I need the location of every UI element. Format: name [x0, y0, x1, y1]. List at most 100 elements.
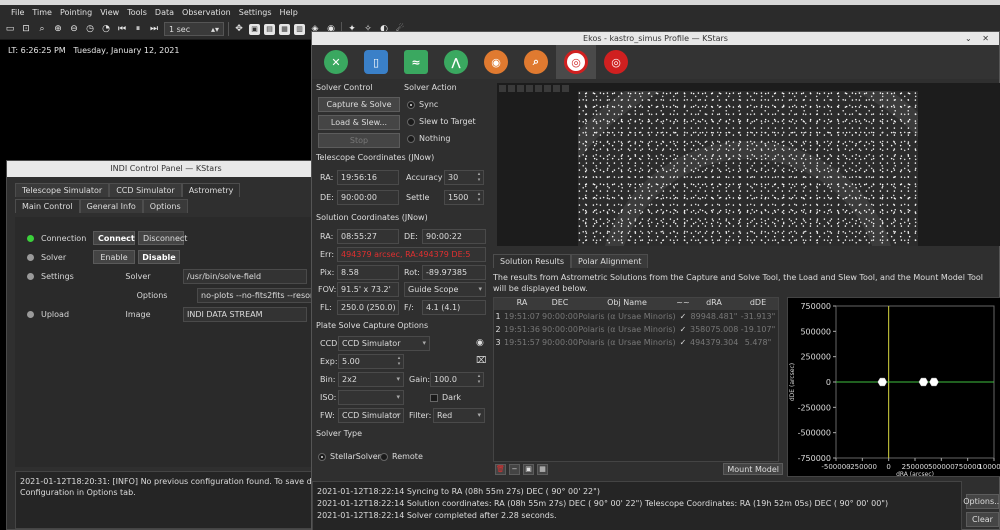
enable-button[interactable]: Enable	[93, 250, 135, 264]
menu-pointing[interactable]: Pointing	[60, 8, 92, 17]
window-controls[interactable]: ⌄ ✕	[965, 32, 993, 45]
tab-general-info[interactable]: General Info	[79, 199, 143, 213]
layers-icon[interactable]: ▥	[294, 23, 305, 35]
accuracy-spinbox[interactable]: 30	[444, 170, 484, 185]
module-align[interactable]: ◎	[556, 45, 596, 79]
tab-main-control[interactable]: Main Control	[15, 199, 80, 213]
menu-file[interactable]: File	[11, 8, 24, 17]
gain-spinbox[interactable]: 100.0	[430, 372, 484, 387]
log-clear-button[interactable]: Clear	[966, 512, 999, 527]
menu-view[interactable]: View	[100, 8, 119, 17]
save-icon[interactable]: ▣	[523, 463, 534, 475]
action-sync-radio[interactable]: Sync	[407, 100, 438, 109]
ekos-log[interactable]: 2021-01-12T18:22:14 Syncing to RA (08h 5…	[312, 481, 962, 530]
solution-scatter-plot[interactable]: 750000 500000 250000 0 -250000 -500000 -750000…	[787, 297, 1000, 478]
indi-log[interactable]: 2021-01-12T18:20:31: [INFO] No previous …	[15, 471, 325, 529]
fits-tool-icon[interactable]	[499, 85, 506, 92]
filter-select[interactable]: Red	[433, 408, 485, 423]
fits-tool-icon[interactable]	[517, 85, 524, 92]
fits-tool-icon[interactable]	[562, 85, 569, 92]
disconnect-button[interactable]: Disconnect	[138, 231, 187, 245]
exposure-spinbox[interactable]: 5.00	[338, 354, 404, 369]
ccd-settings-icon[interactable]: ◉	[476, 338, 484, 348]
pause-icon[interactable]: ⏸	[132, 23, 144, 35]
tab-solution-results[interactable]: Solution Results	[493, 254, 572, 268]
sol-ra-field[interactable]: 08:55:27	[337, 229, 399, 244]
settle-spinbox[interactable]: 1500	[444, 190, 484, 205]
fits-tool-icon[interactable]	[526, 85, 533, 92]
stellarsolver-radio[interactable]: StellarSolver	[318, 452, 381, 461]
fits-tool-icon[interactable]	[544, 85, 551, 92]
tab-astrometry[interactable]: Astrometry	[181, 183, 241, 197]
find-object-icon[interactable]: ⌕	[36, 23, 48, 35]
connect-button[interactable]: Connect	[93, 231, 135, 245]
col-dra-header[interactable]: dRA	[690, 298, 738, 310]
zoom-in-icon[interactable]: ⊕	[52, 23, 64, 35]
tab-ccd-simulator[interactable]: CCD Simulator	[109, 183, 182, 197]
col-status-header[interactable]: ~~	[676, 298, 690, 310]
fw-select[interactable]: CCD Simulator	[338, 408, 404, 423]
dark-checkbox[interactable]: Dark	[430, 393, 461, 402]
rot-field[interactable]: -89.97385	[422, 265, 486, 280]
module-guide[interactable]: ◎	[596, 45, 636, 79]
scope-select[interactable]: Guide Scope	[404, 282, 486, 297]
delete-icon[interactable]: 🗑	[495, 463, 506, 475]
mount-model-button[interactable]: Mount Model	[723, 463, 783, 475]
fits-image[interactable]	[578, 91, 918, 246]
col-ra-header[interactable]: RA	[502, 298, 542, 310]
sol-de-field[interactable]: 90:00:22	[422, 229, 486, 244]
load-slew-button[interactable]: Load & Slew...	[318, 115, 400, 130]
tab-polar-alignment[interactable]: Polar Alignment	[571, 254, 649, 268]
tab-options[interactable]: Options	[142, 199, 188, 213]
module-capture[interactable]: ◉	[476, 45, 516, 79]
tab-telescope-simulator[interactable]: Telescope Simulator	[15, 183, 110, 197]
set-time-icon[interactable]: ◷	[84, 23, 96, 35]
solver-path-field[interactable]: /usr/bin/solve-field	[183, 269, 307, 284]
module-scheduler[interactable]: ▯	[356, 45, 396, 79]
crosshair-icon[interactable]: ✥	[233, 23, 245, 35]
col-objname-header[interactable]: Obj Name	[578, 298, 676, 310]
menu-settings[interactable]: Settings	[239, 8, 272, 17]
fl-field[interactable]: 250.0 (250.0)	[337, 300, 399, 315]
menu-tools[interactable]: Tools	[127, 8, 147, 17]
minus-icon[interactable]: −	[509, 463, 520, 475]
iso-select[interactable]	[338, 390, 404, 405]
f-ratio-field[interactable]: 4.1 (4.1)	[422, 300, 486, 315]
fits-tool-icon[interactable]	[553, 85, 560, 92]
module-mount[interactable]: ⋀	[436, 45, 476, 79]
open-fits-icon[interactable]: ▭	[4, 23, 16, 35]
step-back-icon[interactable]: ⏮	[116, 23, 128, 35]
bin-select[interactable]: 2x2	[338, 372, 404, 387]
indi-window-title[interactable]: INDI Control Panel — KStars	[7, 161, 325, 177]
options-field[interactable]: no-plots --no-fits2fits --resort --do	[197, 288, 321, 303]
module-setup[interactable]: ✕	[316, 45, 356, 79]
solution-results-table[interactable]: RA DEC Obj Name ~~ dRA dDE 1 19:51:07 90…	[493, 297, 779, 462]
module-analyze[interactable]: ≈	[396, 45, 436, 79]
menu-data[interactable]: Data	[155, 8, 174, 17]
log-options-button[interactable]: Options...	[963, 494, 1000, 509]
action-slew-radio[interactable]: Slew to Target	[407, 117, 476, 126]
ccd-select[interactable]: CCD Simulator	[338, 336, 430, 351]
err-field[interactable]: 494379 arcsec, RA:494379 DE:5	[337, 247, 486, 262]
capture-solve-button[interactable]: Capture & Solve	[318, 97, 400, 112]
fits-tool-icon[interactable]	[508, 85, 515, 92]
zoom-out-icon[interactable]: ⊖	[68, 23, 80, 35]
grid-icon[interactable]: ▦	[537, 463, 548, 475]
fits-tool-icon[interactable]	[535, 85, 542, 92]
table-row[interactable]: 2 19:51:36 90:00:00 Polaris (α Ursae Min…	[494, 325, 778, 336]
module-focus[interactable]: ⌕	[516, 45, 556, 79]
action-nothing-radio[interactable]: Nothing	[407, 134, 450, 143]
remote-radio[interactable]: Remote	[380, 452, 423, 461]
tel-ra-field[interactable]: 19:56:16	[337, 170, 399, 185]
menu-observation[interactable]: Observation	[182, 8, 231, 17]
menu-help[interactable]: Help	[280, 8, 298, 17]
menu-time[interactable]: Time	[32, 8, 52, 17]
ekos-titlebar[interactable]: Ekos - kastro_simus Profile — KStars ⌄ ✕	[312, 32, 999, 45]
export-image-icon[interactable]: ⊡	[20, 23, 32, 35]
fov-field[interactable]: 91.5' x 73.2'	[337, 282, 399, 297]
step-forward-icon[interactable]: ⏭	[148, 23, 160, 35]
fits-viewer[interactable]	[497, 83, 1000, 246]
frame-reset-icon[interactable]: ⌧	[476, 356, 486, 366]
pix-field[interactable]: 8.58	[337, 265, 399, 280]
stop-button[interactable]: Stop	[318, 133, 400, 148]
